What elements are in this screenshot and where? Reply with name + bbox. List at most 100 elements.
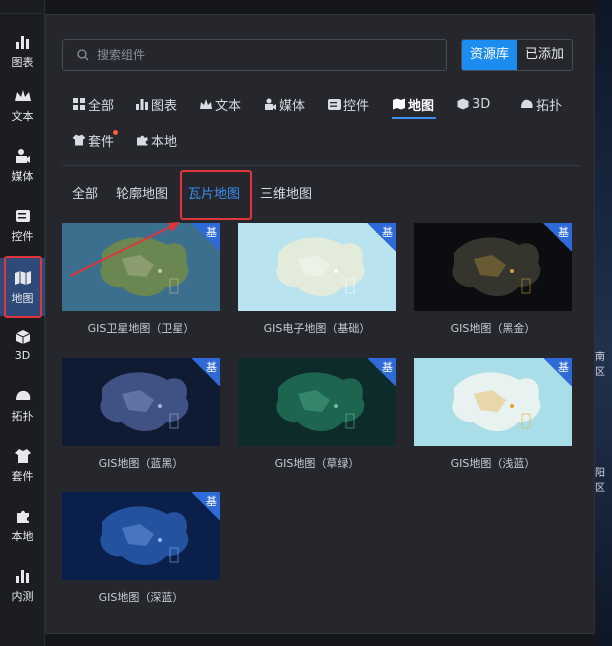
map-icon xyxy=(392,97,406,111)
badge-label: 基 xyxy=(382,361,393,374)
divider xyxy=(62,165,580,166)
badge-label: 基 xyxy=(558,226,569,239)
grid-icon xyxy=(72,97,86,111)
search-input[interactable] xyxy=(97,48,417,62)
rail-item-control[interactable]: 控件 xyxy=(0,196,45,254)
map-thumbnail: 基 xyxy=(62,358,220,446)
background-map-label: 南区 xyxy=(595,352,605,378)
rail-item-topology[interactable]: 拓扑 xyxy=(0,376,45,434)
puzzle-icon xyxy=(14,507,32,525)
active-tab-indicator xyxy=(392,117,436,119)
map-icon xyxy=(14,269,32,287)
subtab-all[interactable]: 全部 xyxy=(72,183,98,202)
tab-label: 套件 xyxy=(88,134,115,150)
map-card[interactable]: 基 GIS地图（黑金） xyxy=(414,223,572,336)
bar-chart-icon xyxy=(14,567,32,585)
base-badge: 基 xyxy=(366,358,396,386)
map-card[interactable]: 基 GIS地图（浅蓝） xyxy=(414,358,572,471)
shirt-icon xyxy=(14,447,32,465)
base-badge: 基 xyxy=(542,358,572,386)
search-box[interactable] xyxy=(62,39,447,71)
subtab-3d-map[interactable]: 三维地图 xyxy=(260,183,312,202)
rail-item-chart[interactable]: 图表 xyxy=(0,22,45,80)
crown-icon xyxy=(199,97,213,111)
rail-item-kit[interactable]: 套件 xyxy=(0,436,45,494)
background-map: 南区 阳区 xyxy=(595,0,612,646)
subtab-outline-map[interactable]: 轮廓地图 xyxy=(116,183,168,202)
badge-label: 基 xyxy=(206,495,217,508)
badge-label: 基 xyxy=(382,226,393,239)
rail-item-3d[interactable]: 3D xyxy=(0,316,45,374)
badge-label: 基 xyxy=(206,226,217,239)
tab-label: 拓扑 xyxy=(536,98,563,114)
subtab-tile-map[interactable]: 瓦片地图 xyxy=(188,183,240,202)
tab-local[interactable]: 本地 xyxy=(135,130,177,150)
rail-top-divider xyxy=(0,0,45,14)
map-thumbnail: 基 xyxy=(414,358,572,446)
bar-chart-icon xyxy=(135,97,149,111)
badge-label: 基 xyxy=(206,361,217,374)
topology-icon xyxy=(520,97,534,111)
tab-control[interactable]: 控件 xyxy=(327,94,369,114)
base-badge: 基 xyxy=(190,492,220,520)
notification-dot xyxy=(113,130,118,135)
tab-kit[interactable]: 套件 xyxy=(72,130,114,150)
rail-item-local[interactable]: 本地 xyxy=(0,496,45,554)
rail-item-media[interactable]: 媒体 xyxy=(0,136,45,194)
rail-item-text[interactable]: 文本 xyxy=(0,76,45,134)
map-thumbnail: 基 xyxy=(238,223,396,311)
tab-all[interactable]: 全部 xyxy=(72,94,114,114)
tab-label: 本地 xyxy=(151,134,178,150)
map-card[interactable]: 基 GIS地图（草绿） xyxy=(238,358,396,471)
map-card[interactable]: 基 GIS地图（蓝黑） xyxy=(62,358,220,471)
base-badge: 基 xyxy=(190,223,220,251)
added-button[interactable]: 已添加 xyxy=(517,40,572,70)
search-icon xyxy=(77,46,89,65)
map-thumbnail: 基 xyxy=(238,358,396,446)
rail-item-map[interactable]: 地图 xyxy=(0,258,45,316)
rail-item-label: 内测 xyxy=(11,589,34,603)
rail-item-label: 图表 xyxy=(11,55,34,69)
control-icon xyxy=(14,207,32,225)
map-card[interactable]: 基 GIS卫星地图（卫星） xyxy=(62,223,220,336)
tab-label: 媒体 xyxy=(279,98,306,114)
tab-topology[interactable]: 拓扑 xyxy=(520,94,562,114)
base-badge: 基 xyxy=(190,358,220,386)
background-map-label: 阳区 xyxy=(595,468,605,494)
rail-item-beta[interactable]: 内测 xyxy=(0,556,45,614)
rail-item-label: 文本 xyxy=(11,109,34,123)
rail-item-label: 控件 xyxy=(11,229,34,243)
topology-icon xyxy=(14,387,32,405)
puzzle-icon xyxy=(135,133,149,147)
rail-item-label: 地图 xyxy=(11,291,34,305)
tab-label: 图表 xyxy=(151,98,178,114)
map-card-title: GIS地图（草绿） xyxy=(274,457,360,470)
map-card-title: GIS地图（浅蓝） xyxy=(450,457,536,470)
map-card-title: GIS地图（深蓝） xyxy=(98,591,184,604)
control-icon xyxy=(327,97,341,111)
crown-icon xyxy=(14,87,32,105)
rail-item-label: 本地 xyxy=(11,529,34,543)
tab-map[interactable]: 地图 xyxy=(392,94,434,114)
map-thumbnail: 基 xyxy=(414,223,572,311)
cube-icon xyxy=(14,328,32,346)
tab-text[interactable]: 文本 xyxy=(199,94,241,114)
map-card[interactable]: 基 GIS地图（深蓝） xyxy=(62,492,220,605)
map-card-title: GIS电子地图（基础） xyxy=(263,322,371,335)
map-card-title: GIS地图（蓝黑） xyxy=(98,457,184,470)
cube-icon xyxy=(456,97,470,111)
rail-item-label: 拓扑 xyxy=(11,409,34,423)
map-card[interactable]: 基 GIS电子地图（基础） xyxy=(238,223,396,336)
rail-item-label: 媒体 xyxy=(11,169,34,183)
rail-item-label: 3D xyxy=(14,349,31,362)
map-thumbnail: 基 xyxy=(62,492,220,580)
tab-label: 控件 xyxy=(343,98,370,114)
resource-library-button[interactable]: 资源库 xyxy=(462,40,518,70)
tab-3d[interactable]: 3D xyxy=(456,94,490,114)
base-badge: 基 xyxy=(542,223,572,251)
left-rail: 图表 文本 媒体 控件 地图 3D 拓扑 套件 本地 内测 xyxy=(0,0,45,646)
tab-label: 3D xyxy=(472,96,491,112)
source-toggle: 资源库 已添加 xyxy=(461,39,574,71)
tab-media[interactable]: 媒体 xyxy=(263,94,305,114)
tab-chart[interactable]: 图表 xyxy=(135,94,177,114)
